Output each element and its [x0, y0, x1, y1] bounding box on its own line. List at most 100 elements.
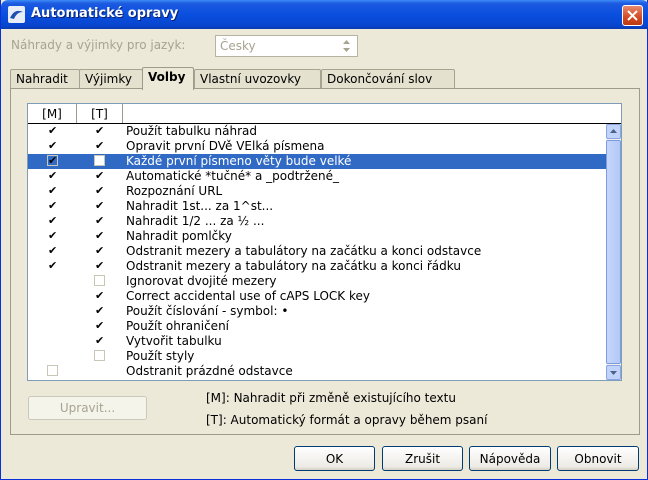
list-item[interactable]: Odstranit mezery a tabulátory na začátku… [28, 259, 606, 274]
checkbox-t[interactable] [94, 335, 105, 346]
list-item-label: Každé první písmeno věty bude velké [126, 154, 352, 168]
list-item[interactable]: Každé první písmeno věty bude velké [28, 154, 606, 169]
close-button[interactable] [622, 5, 643, 26]
checkbox-m[interactable] [47, 245, 58, 256]
tab-label: Nahradit [16, 72, 68, 86]
window-title: Automatické opravy [31, 6, 179, 21]
list-rows: Použít tabulku náhradOpravit první DVě V… [28, 124, 606, 380]
tab-dokoncovani-slov[interactable]: Dokončování slov [321, 69, 455, 89]
edit-button-label: Upravit... [59, 401, 116, 415]
checkbox-m[interactable] [47, 215, 58, 226]
checkbox-m[interactable] [47, 260, 58, 271]
arrow-up-icon [610, 129, 617, 133]
checkbox-t[interactable] [94, 170, 105, 181]
checkbox-m[interactable] [47, 140, 58, 151]
tab-vlastni-uvozovky[interactable]: Vlastní uvozovky [194, 69, 321, 89]
autocorrect-dialog: Automatické opravy Náhrady a výjimky pro… [0, 0, 648, 480]
checkbox-m[interactable] [47, 365, 58, 376]
checkbox-m[interactable] [47, 200, 58, 211]
tab-label: Vlastní uvozovky [200, 72, 302, 86]
checkbox-t[interactable] [94, 155, 105, 166]
reset-button[interactable]: Obnovit [557, 446, 639, 471]
checkbox-m[interactable] [47, 230, 58, 241]
tab-label: Volby [148, 70, 186, 84]
openoffice-gull-icon [8, 6, 25, 23]
language-label: Náhrady a výjimky pro jazyk: [11, 38, 186, 52]
list-item-label: Vytvořit tabulku [126, 334, 222, 348]
list-item[interactable]: Automatické *tučné* a _podtržené_ [28, 169, 606, 184]
checkbox-t[interactable] [94, 245, 105, 256]
list-item[interactable]: Correct accidental use of cAPS LOCK key [28, 289, 606, 304]
checkbox-t[interactable] [94, 140, 105, 151]
list-item[interactable]: Ignorovat dvojité mezery [28, 274, 606, 289]
header-t[interactable]: [T] [77, 104, 123, 123]
list-header: [M] [T] [28, 104, 621, 124]
tab-nahradit[interactable]: Nahradit [10, 69, 80, 89]
tab-label: Dokončování slov [327, 72, 433, 86]
tab-label: Výjimky [85, 72, 132, 86]
checkbox-t[interactable] [94, 320, 105, 331]
list-item[interactable]: Použít číslování - symbol: • [28, 304, 606, 319]
checkbox-t[interactable] [94, 350, 105, 361]
help-label: Nápověda [479, 452, 541, 466]
checkbox-t[interactable] [94, 305, 105, 316]
header-label: [T] [91, 107, 108, 121]
cancel-button[interactable]: Zrušit [382, 446, 463, 471]
scroll-thumb[interactable] [606, 140, 621, 364]
list-item[interactable]: Nahradit 1st... za 1^st... [28, 199, 606, 214]
list-item[interactable]: Nahradit 1/2 ... za ½ ... [28, 214, 606, 229]
checkbox-t[interactable] [94, 290, 105, 301]
checkbox-t[interactable] [94, 230, 105, 241]
list-item-label: Nahradit 1/2 ... za ½ ... [126, 214, 265, 228]
scroll-up-button[interactable] [606, 124, 621, 139]
list-item-label: Ignorovat dvojité mezery [126, 274, 277, 288]
list-item-label: Použít číslování - symbol: • [126, 304, 289, 318]
list-item[interactable]: Odstranit mezery a tabulátory na začátku… [28, 244, 606, 259]
list-item[interactable]: Opravit první DVě VElká písmena [28, 139, 606, 154]
help-button[interactable]: Nápověda [469, 446, 551, 471]
checkbox-m[interactable] [47, 170, 58, 181]
header-label: [M] [42, 107, 62, 121]
list-item-label: Nahradit pomlčky [126, 229, 232, 243]
scroll-down-button[interactable] [606, 365, 621, 380]
checkbox-t[interactable] [94, 275, 105, 286]
list-item[interactable]: Nahradit pomlčky [28, 229, 606, 244]
header-label-column[interactable] [123, 104, 621, 123]
checkbox-m[interactable] [47, 185, 58, 196]
language-value: Česky [220, 39, 256, 53]
options-list[interactable]: [M] [T] Použít tabulku náhradOpravit prv… [27, 103, 622, 381]
close-icon [627, 10, 638, 21]
tab-vyjimky[interactable]: Výjimky [79, 69, 143, 89]
tab-volby[interactable]: Volby [142, 67, 194, 90]
ok-button[interactable]: OK [294, 446, 375, 471]
list-item[interactable]: Odstranit prázdné odstavce [28, 364, 606, 379]
list-item-label: Odstranit mezery a tabulátory na začátku… [126, 244, 482, 258]
title-bar[interactable]: Automatické opravy [1, 0, 648, 29]
legend-t: [T]: Automatický formát a opravy během p… [206, 413, 488, 427]
checkbox-m[interactable] [47, 155, 58, 166]
list-item[interactable]: Použít styly [28, 349, 606, 364]
edit-button[interactable]: Upravit... [28, 396, 147, 420]
ok-label: OK [325, 452, 344, 466]
checkbox-t[interactable] [94, 185, 105, 196]
arrow-down-icon [610, 371, 617, 375]
list-item[interactable]: Použít tabulku náhrad [28, 124, 606, 139]
checkbox-t[interactable] [94, 200, 105, 211]
checkbox-m[interactable] [47, 125, 58, 136]
vertical-scrollbar[interactable] [606, 124, 621, 380]
cancel-label: Zrušit [404, 452, 441, 466]
checkbox-t[interactable] [94, 215, 105, 226]
checkbox-t[interactable] [94, 125, 105, 136]
list-item[interactable]: Vytvořit tabulku [28, 334, 606, 349]
list-item-label: Odstranit mezery a tabulátory na začátku… [126, 259, 461, 273]
list-item-label: Odstranit prázdné odstavce [126, 364, 293, 378]
list-item-label: Automatické *tučné* a _podtržené_ [126, 169, 340, 183]
checkbox-t[interactable] [94, 260, 105, 271]
list-item-label: Použít tabulku náhrad [126, 124, 257, 138]
list-item[interactable]: Rozpoznání URL [28, 184, 606, 199]
list-item[interactable]: Použít ohraničení [28, 319, 606, 334]
list-item-label: Correct accidental use of cAPS LOCK key [126, 289, 370, 303]
header-m[interactable]: [M] [28, 104, 77, 123]
language-select[interactable]: Česky [215, 35, 358, 57]
spin-arrows-icon [343, 40, 350, 52]
